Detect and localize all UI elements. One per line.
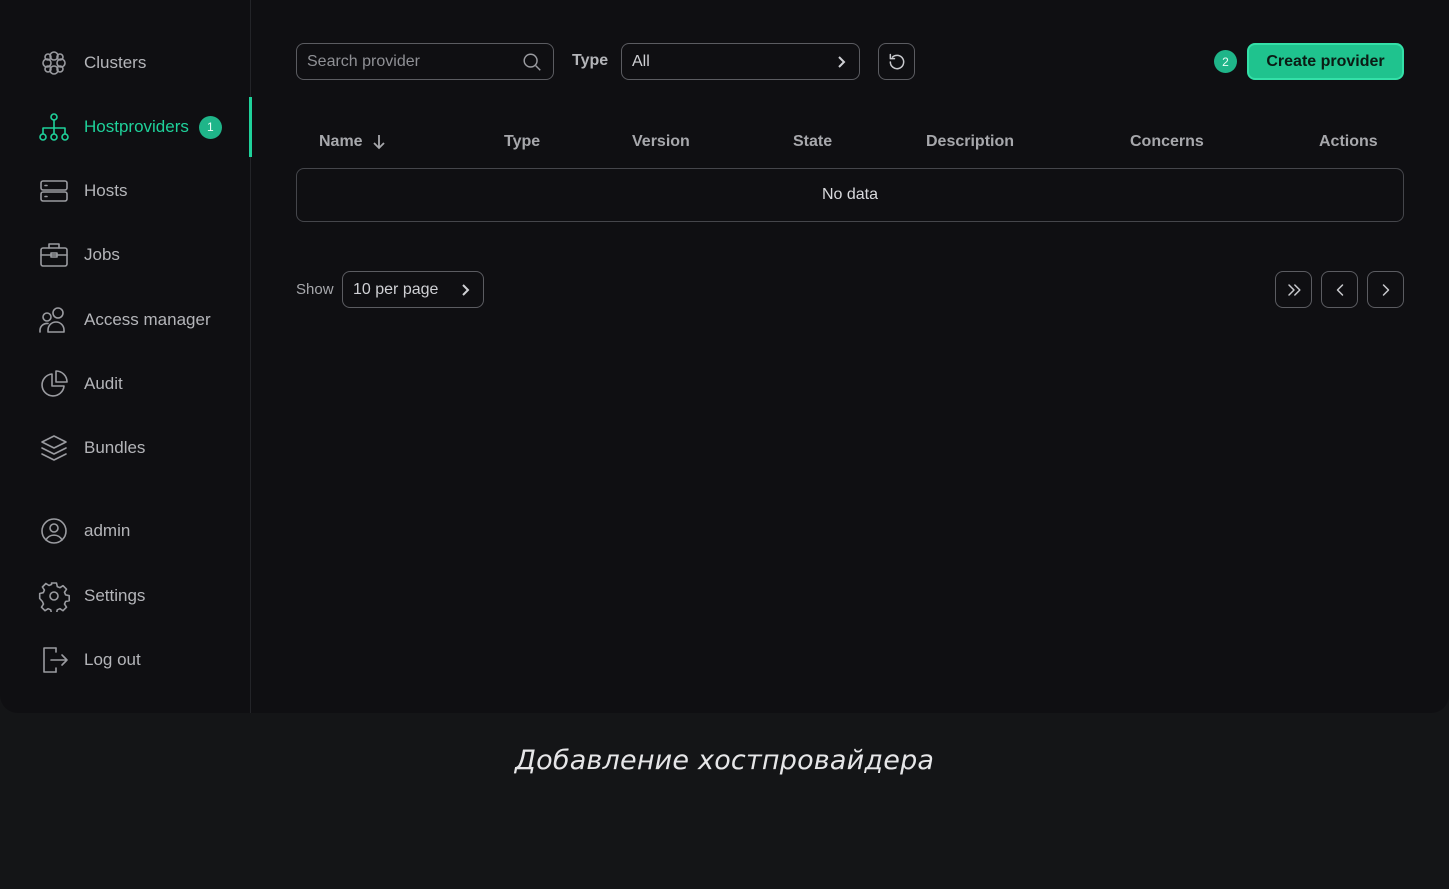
column-header-name[interactable]: Name [319, 133, 386, 151]
sidebar-item-label: Settings [84, 586, 146, 605]
search-icon [523, 52, 541, 71]
gear-icon [38, 580, 70, 612]
column-header-description[interactable]: Description [926, 133, 1014, 151]
sidebar: Clusters Hostproviders 1 Hosts Jobs Acce… [0, 0, 252, 713]
layers-icon [38, 432, 70, 464]
per-page-select[interactable]: 10 per page [342, 271, 484, 308]
chevron-right-icon [462, 283, 470, 296]
chevron-right-icon [838, 55, 846, 68]
sidebar-item-label: Jobs [84, 245, 120, 264]
server-icon [38, 175, 70, 207]
sidebar-item-jobs[interactable]: Jobs [0, 225, 251, 285]
search-input[interactable] [307, 52, 521, 71]
empty-table-message: No data [296, 168, 1404, 222]
sidebar-item-label: Bundles [84, 438, 146, 457]
sidebar-item-admin[interactable]: admin [0, 501, 251, 561]
chevron-left-icon [1336, 283, 1343, 296]
column-header-type[interactable]: Type [504, 133, 540, 151]
app-window: Clusters Hostproviders 1 Hosts Jobs Acce… [0, 0, 1449, 713]
screenshot-caption: Добавление хостпровайдера [514, 745, 935, 776]
table-header: Name Type Version State Description Conc… [296, 133, 1404, 155]
step-badge: 2 [1214, 50, 1237, 73]
users-icon [38, 304, 70, 336]
reset-filters-button[interactable] [878, 43, 915, 80]
sidebar-item-logout[interactable]: Log out [0, 630, 251, 690]
column-header-version[interactable]: Version [632, 133, 690, 151]
first-page-button[interactable] [1275, 271, 1312, 308]
sidebar-item-settings[interactable]: Settings [0, 566, 251, 626]
sidebar-item-label: Audit [84, 374, 123, 393]
user-circle-icon [38, 515, 70, 547]
double-chevron-right-icon [1287, 283, 1301, 296]
sidebar-item-label: Clusters [84, 53, 147, 72]
sidebar-item-label: Access manager [84, 310, 211, 329]
logout-icon [38, 644, 70, 676]
chevron-right-icon [1382, 283, 1389, 296]
sidebar-item-clusters[interactable]: Clusters [0, 33, 251, 93]
per-page-value: 10 per page [353, 280, 439, 298]
previous-page-button[interactable] [1321, 271, 1358, 308]
sidebar-item-bundles[interactable]: Bundles [0, 418, 251, 478]
sidebar-item-hosts[interactable]: Hosts [0, 161, 251, 221]
sidebar-item-label: admin [84, 521, 131, 540]
type-filter-label: Type [572, 52, 609, 69]
sidebar-item-label: Log out [84, 650, 141, 669]
step-badge: 1 [198, 115, 222, 139]
type-filter-value: All [632, 52, 650, 70]
pie-chart-icon [38, 368, 70, 400]
sidebar-item-label: Hostproviders [84, 117, 189, 136]
sidebar-item-label: Hosts [84, 181, 128, 200]
refresh-icon [889, 53, 904, 69]
type-filter-select[interactable]: All [621, 43, 860, 80]
create-provider-button[interactable]: Create provider [1247, 43, 1404, 80]
search-field[interactable] [296, 43, 554, 80]
clusters-icon [38, 47, 70, 79]
sidebar-item-access-manager[interactable]: Access manager [0, 290, 251, 350]
hierarchy-icon [38, 111, 70, 143]
column-header-concerns[interactable]: Concerns [1130, 133, 1204, 151]
briefcase-icon [38, 239, 70, 271]
main-content: Type All 2 Create provider Name Type Ver… [251, 0, 1449, 713]
sort-arrow-down-icon [372, 135, 385, 150]
column-header-state[interactable]: State [793, 133, 832, 151]
next-page-button[interactable] [1367, 271, 1404, 308]
sidebar-item-hostproviders[interactable]: Hostproviders 1 [0, 97, 252, 157]
sidebar-item-audit[interactable]: Audit [0, 354, 251, 414]
column-header-actions: Actions [1319, 133, 1378, 150]
per-page-label: Show [296, 281, 334, 298]
